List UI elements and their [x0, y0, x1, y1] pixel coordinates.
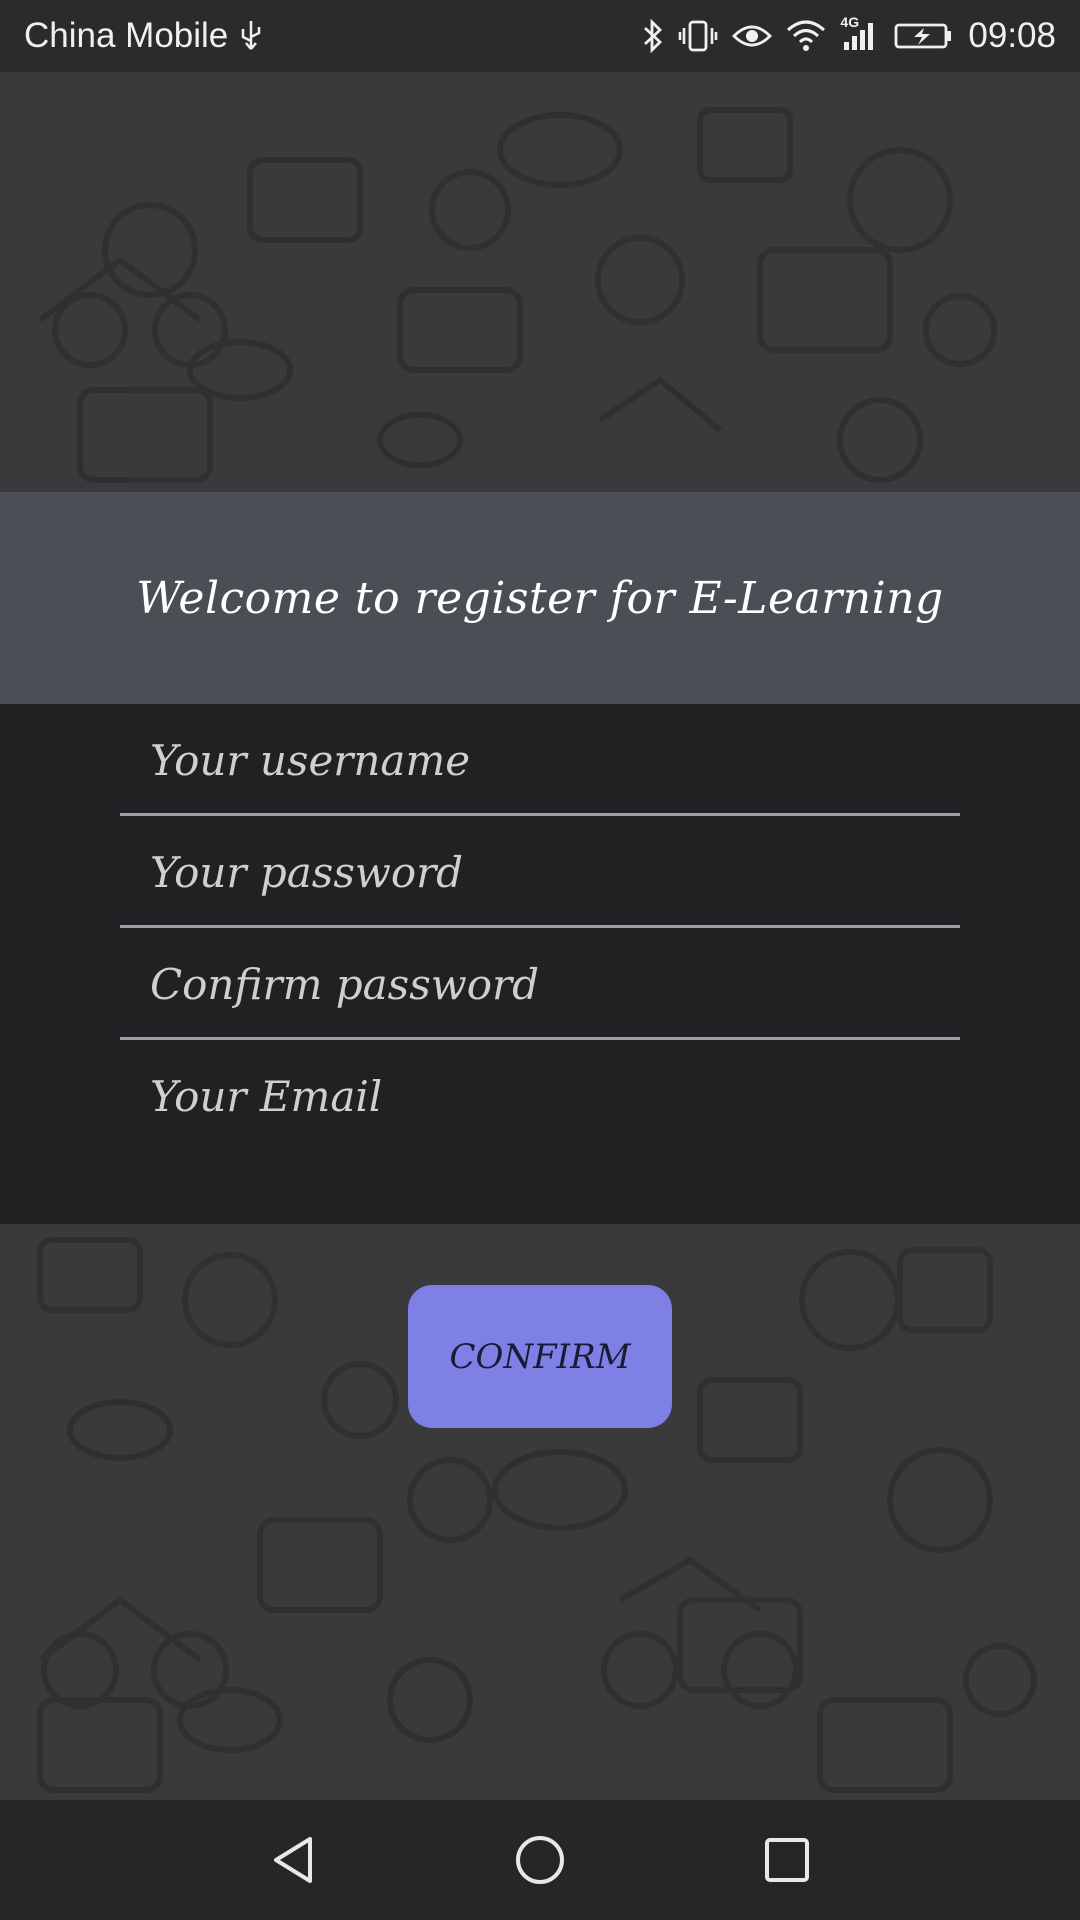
confirm-password-input[interactable] [120, 928, 960, 1040]
vibrate-icon [678, 19, 718, 53]
password-input[interactable] [120, 816, 960, 928]
recents-icon [764, 1838, 809, 1882]
battery-charging-icon [894, 21, 954, 51]
bluetooth-icon [642, 18, 664, 54]
header-band: Welcome to register for E-Learning [0, 492, 1080, 704]
page-title: Welcome to register for E-Learning [136, 572, 944, 624]
password-field-container [120, 816, 960, 928]
status-right: 4G 09:08 [642, 14, 1056, 56]
username-field-container [120, 704, 960, 816]
eye-icon [732, 21, 773, 51]
navigation-bar [0, 1800, 1080, 1920]
home-button[interactable] [495, 1815, 585, 1905]
email-input[interactable] [120, 1040, 960, 1152]
clock: 09:08 [968, 16, 1056, 55]
status-bar: China Mobile 4G 09:08 [0, 0, 1080, 72]
username-input[interactable] [120, 704, 960, 816]
recents-button[interactable] [742, 1815, 832, 1905]
status-left: China Mobile [24, 16, 264, 56]
register-form [0, 704, 1080, 1224]
home-icon [515, 1836, 564, 1884]
network-type: 4G [840, 14, 860, 30]
register-screen: China Mobile 4G 09:08 Welcome to registe… [0, 0, 1080, 1920]
email-field-container [120, 1040, 960, 1152]
back-button[interactable] [248, 1815, 338, 1905]
confirm-button[interactable]: CONFIRM [408, 1285, 672, 1428]
back-icon [274, 1837, 313, 1883]
wifi-icon [786, 20, 826, 52]
signal-icon: 4G [840, 14, 880, 52]
confirm-password-field-container [120, 928, 960, 1040]
usb-icon [238, 19, 264, 53]
carrier-name: China Mobile [24, 16, 229, 55]
